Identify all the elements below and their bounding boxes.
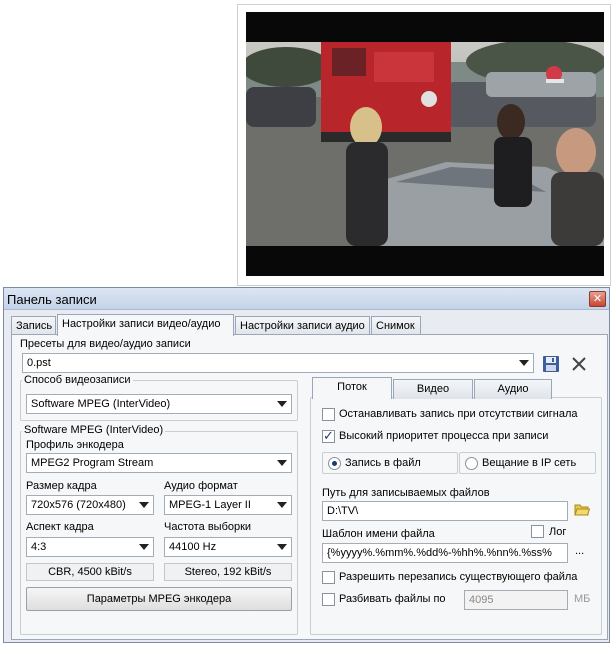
sample-rate-value: 44100 Hz <box>169 541 217 553</box>
frame-size-label: Размер кадра <box>26 480 97 492</box>
allow-overwrite-label: Разрешить перезапись существующего файла <box>339 571 578 583</box>
broadcast-ip-label: Вещание в IP сеть <box>482 457 577 469</box>
mpeg-encoder-params-button[interactable]: Параметры MPEG энкодера <box>26 587 292 611</box>
stop-no-signal-label: Останавливать запись при отсутствии сигн… <box>339 408 578 420</box>
record-file-radio[interactable] <box>328 457 341 470</box>
template-label: Шаблон имени файла <box>322 528 435 540</box>
profile-label: Профиль энкодера <box>26 439 124 451</box>
template-input[interactable]: {%yyyy%.%mm%.%dd%-%hh%.%nn%.%ss% <box>322 543 568 563</box>
record-file-label: Запись в файл <box>345 457 421 469</box>
tab-audio-settings[interactable]: Настройки записи аудио <box>235 316 370 336</box>
floppy-save-icon[interactable] <box>542 355 560 373</box>
audio-format-label: Аудио формат <box>164 480 238 492</box>
encoder-group-label: Software MPEG (InterVideo) <box>22 424 166 436</box>
tab-snapshot[interactable]: Снимок <box>371 316 421 336</box>
tab-stream[interactable]: Поток <box>312 377 392 399</box>
method-label: Способ видеозаписи <box>22 374 133 386</box>
log-checkbox[interactable] <box>531 525 544 538</box>
chevron-down-icon <box>139 502 149 508</box>
profile-value: MPEG2 Program Stream <box>31 457 154 469</box>
broadcast-ip-option[interactable]: Вещание в IP сеть <box>459 452 596 474</box>
split-size-input[interactable]: 4095 <box>464 590 568 610</box>
aspect-value: 4:3 <box>31 541 47 553</box>
window-titlebar: Панель записи ✕ <box>4 288 609 310</box>
split-unit-label: МБ <box>574 593 591 605</box>
tab-video-audio-settings[interactable]: Настройки записи видео/аудио <box>57 314 234 336</box>
method-combo[interactable]: Software MPEG (InterVideo) <box>26 394 292 414</box>
tab-record[interactable]: Запись <box>11 316 56 336</box>
chevron-down-icon <box>139 544 149 550</box>
chevron-down-icon <box>277 401 287 407</box>
log-label: Лог <box>549 526 567 538</box>
settings-panel: Пресеты для видео/аудио записи 0.pst Спо… <box>11 334 608 640</box>
presets-value: 0.pst <box>27 357 51 369</box>
presets-combo[interactable]: 0.pst <box>22 353 534 373</box>
chevron-down-icon <box>277 460 287 466</box>
chevron-down-icon <box>519 360 529 366</box>
high-priority-checkbox[interactable] <box>322 428 335 444</box>
sample-rate-combo[interactable]: 44100 Hz <box>164 537 292 557</box>
frame-size-combo[interactable]: 720x576 (720x480) <box>26 495 154 515</box>
profile-combo[interactable]: MPEG2 Program Stream <box>26 453 292 473</box>
method-value: Software MPEG (InterVideo) <box>31 398 171 410</box>
split-files-label: Разбивать файлы по <box>339 593 446 605</box>
folder-open-icon[interactable] <box>574 503 590 517</box>
path-input[interactable]: D:\TV\ <box>322 501 568 521</box>
audio-format-value: MPEG-1 Layer II <box>169 499 251 511</box>
x-delete-icon[interactable] <box>570 355 588 373</box>
window-title: Панель записи <box>7 292 97 307</box>
aspect-label: Аспект кадра <box>26 521 94 533</box>
aspect-combo[interactable]: 4:3 <box>26 537 154 557</box>
audio-info-readout: Stereo, 192 kBit/s <box>164 563 292 581</box>
video-frame-image <box>246 42 604 246</box>
high-priority-label: Высокий приоритет процесса при записи <box>339 430 549 442</box>
sample-rate-label: Частота выборки <box>164 521 252 533</box>
record-file-option[interactable]: Запись в файл <box>322 452 458 474</box>
stop-no-signal-checkbox[interactable] <box>322 408 335 421</box>
close-button[interactable]: ✕ <box>589 291 606 307</box>
path-label: Путь для записываемых файлов <box>322 487 490 499</box>
audio-format-combo[interactable]: MPEG-1 Layer II <box>164 495 292 515</box>
recording-panel-window: Панель записи ✕ Запись Настройки записи … <box>3 287 610 643</box>
video-bitrate-readout: CBR, 4500 kBit/s <box>26 563 154 581</box>
tab-audio[interactable]: Аудио <box>474 379 552 399</box>
chevron-down-icon <box>277 502 287 508</box>
chevron-down-icon <box>277 544 287 550</box>
presets-label: Пресеты для видео/аудио записи <box>20 338 191 350</box>
template-more-button[interactable]: ... <box>575 545 584 557</box>
frame-size-value: 720x576 (720x480) <box>31 499 126 511</box>
allow-overwrite-checkbox[interactable] <box>322 571 335 584</box>
broadcast-ip-radio[interactable] <box>465 457 478 470</box>
split-files-checkbox[interactable] <box>322 593 335 606</box>
tab-video[interactable]: Видео <box>393 379 473 399</box>
